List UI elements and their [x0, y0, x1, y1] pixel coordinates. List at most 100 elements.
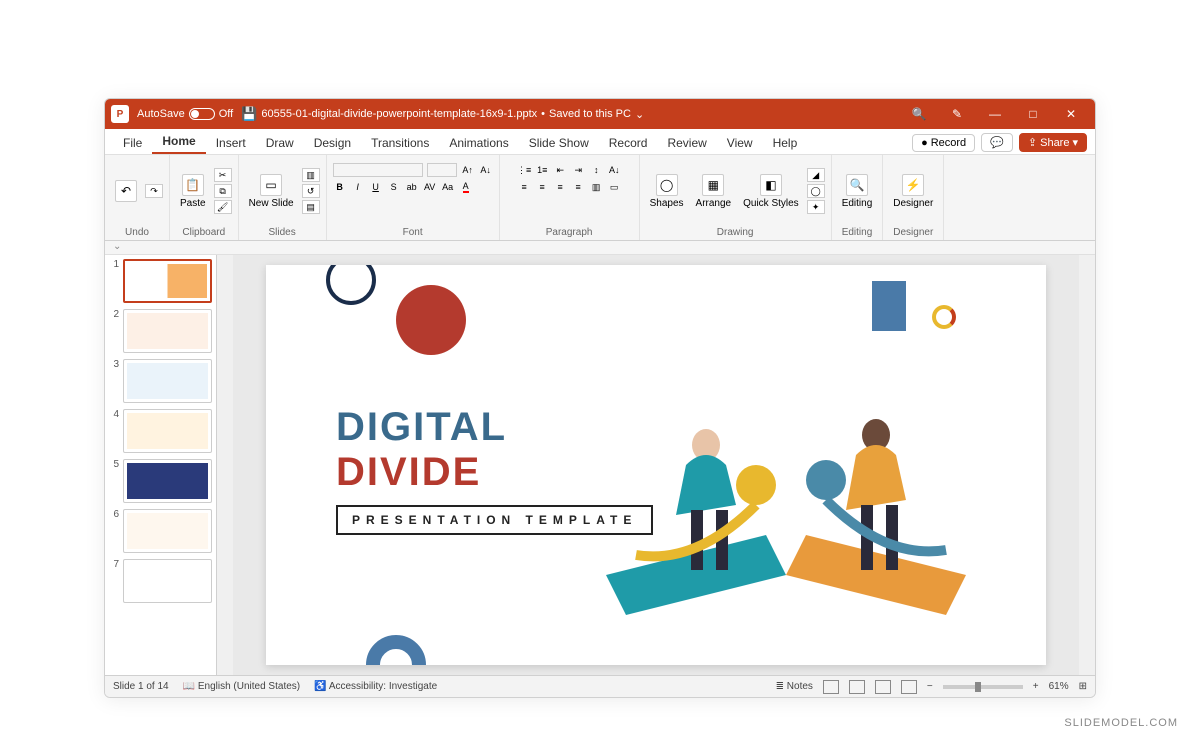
shapes-button[interactable]: ◯Shapes — [646, 172, 688, 211]
align-left-button[interactable]: ≡ — [517, 180, 531, 194]
slide-thumbnail-2[interactable] — [123, 309, 212, 353]
indent-dec-button[interactable]: ⇤ — [553, 163, 567, 177]
group-paragraph: ⋮≡ 1≡ ⇤ ⇥ ↕ A↓ ≡ ≡ ≡ ≡ ▥ ▭ Paragraph — [500, 155, 640, 240]
canvas-scrollbar[interactable] — [1079, 255, 1095, 675]
record-button[interactable]: ● Record — [912, 134, 975, 152]
tab-draw[interactable]: Draw — [256, 132, 304, 154]
zoom-level[interactable]: 61% — [1049, 681, 1069, 692]
tab-slideshow[interactable]: Slide Show — [519, 132, 599, 154]
tab-insert[interactable]: Insert — [206, 132, 256, 154]
format-painter-button[interactable]: 🖌 — [214, 200, 232, 214]
tab-design[interactable]: Design — [304, 132, 361, 154]
decrease-font-button[interactable]: A↓ — [479, 163, 493, 177]
tab-help[interactable]: Help — [763, 132, 808, 154]
text-direction-button[interactable]: A↓ — [607, 163, 621, 177]
slide-thumbnail-4[interactable] — [123, 409, 212, 453]
search-icon[interactable]: 🔍 — [901, 100, 937, 128]
comments-button[interactable]: 💬 — [981, 133, 1013, 152]
copy-button[interactable]: ⧉ — [214, 184, 232, 198]
current-slide[interactable]: DIGITAL DIVIDE PRESENTATION TEMPLATE — [266, 265, 1046, 665]
thumbnail-scrollbar[interactable] — [217, 255, 233, 675]
toggle-switch[interactable] — [189, 108, 215, 120]
font-color-button[interactable]: A — [459, 180, 473, 194]
cut-button[interactable]: ✂ — [214, 168, 232, 182]
italic-button[interactable]: I — [351, 180, 365, 194]
accessibility-status[interactable]: ♿ Accessibility: Investigate — [314, 681, 437, 692]
notes-button[interactable]: ≣ Notes — [776, 681, 813, 692]
group-label-clipboard: Clipboard — [176, 225, 232, 240]
case-button[interactable]: Aa — [441, 180, 455, 194]
slide-count[interactable]: Slide 1 of 14 — [113, 681, 169, 692]
slide-canvas[interactable]: DIGITAL DIVIDE PRESENTATION TEMPLATE — [233, 255, 1079, 675]
new-slide-button[interactable]: ▭New Slide — [245, 172, 298, 211]
decorative-rect — [872, 281, 906, 331]
slide-thumbnail-6[interactable] — [123, 509, 212, 553]
underline-button[interactable]: U — [369, 180, 383, 194]
reading-view-button[interactable] — [875, 680, 891, 694]
editing-button[interactable]: 🔍Editing — [838, 172, 877, 211]
share-button[interactable]: ⇪ Share ▾ — [1019, 133, 1087, 152]
bold-button[interactable]: B — [333, 180, 347, 194]
fit-window-button[interactable]: ⊞ — [1079, 681, 1087, 692]
shape-outline-button[interactable]: ◯ — [807, 184, 825, 198]
indent-inc-button[interactable]: ⇥ — [571, 163, 585, 177]
slideshow-view-button[interactable] — [901, 680, 917, 694]
slide-thumbnails-panel: 1 2 3 4 5 6 7 — [105, 255, 217, 675]
group-clipboard: 📋Paste ✂ ⧉ 🖌 Clipboard — [170, 155, 239, 240]
bullets-button[interactable]: ⋮≡ — [517, 163, 531, 177]
pen-icon[interactable]: ✎ — [939, 100, 975, 128]
document-filename[interactable]: 60555-01-digital-divide-powerpoint-templ… — [261, 108, 537, 120]
line-spacing-button[interactable]: ↕ — [589, 163, 603, 177]
tab-review[interactable]: Review — [657, 132, 716, 154]
tab-record[interactable]: Record — [599, 132, 658, 154]
slide-thumbnail-7[interactable] — [123, 559, 212, 603]
zoom-out-button[interactable]: − — [927, 681, 933, 692]
shape-effects-button[interactable]: ✦ — [807, 200, 825, 214]
numbering-button[interactable]: 1≡ — [535, 163, 549, 177]
quick-styles-button[interactable]: ◧Quick Styles — [739, 172, 803, 211]
font-selector[interactable] — [333, 163, 423, 177]
chevron-down-icon[interactable]: ⌄ — [635, 108, 644, 121]
tab-home[interactable]: Home — [152, 130, 205, 154]
close-button[interactable]: ✕ — [1053, 100, 1089, 128]
language-status[interactable]: 📖 English (United States) — [183, 681, 301, 692]
columns-button[interactable]: ▥ — [589, 180, 603, 194]
slide-thumbnail-3[interactable] — [123, 359, 212, 403]
powerpoint-window: P AutoSave Off 💾 60555-01-digital-divide… — [104, 98, 1096, 698]
shape-fill-button[interactable]: ◢ — [807, 168, 825, 182]
group-font: A↑ A↓ B I U S ab AV Aa A Font — [327, 155, 500, 240]
paste-button[interactable]: 📋Paste — [176, 172, 210, 211]
normal-view-button[interactable] — [823, 680, 839, 694]
font-size-selector[interactable] — [427, 163, 457, 177]
tab-transitions[interactable]: Transitions — [361, 132, 439, 154]
increase-font-button[interactable]: A↑ — [461, 163, 475, 177]
redo-button[interactable]: ↷ — [145, 184, 163, 198]
save-icon[interactable]: 💾 — [241, 106, 257, 122]
spacing-button[interactable]: AV — [423, 180, 437, 194]
sorter-view-button[interactable] — [849, 680, 865, 694]
layout-button[interactable]: ▥ — [302, 168, 320, 182]
collapse-ribbon-row[interactable]: ⌄ — [105, 241, 1095, 255]
justify-button[interactable]: ≡ — [571, 180, 585, 194]
designer-button[interactable]: ⚡Designer — [889, 172, 937, 211]
smartart-button[interactable]: ▭ — [607, 180, 621, 194]
minimize-button[interactable]: — — [977, 100, 1013, 128]
section-button[interactable]: ▤ — [302, 200, 320, 214]
reset-button[interactable]: ↺ — [302, 184, 320, 198]
align-right-button[interactable]: ≡ — [553, 180, 567, 194]
group-label-paragraph: Paragraph — [506, 225, 633, 240]
zoom-in-button[interactable]: + — [1033, 681, 1039, 692]
arrange-button[interactable]: ▦Arrange — [692, 172, 736, 211]
tab-animations[interactable]: Animations — [439, 132, 518, 154]
autosave-toggle[interactable]: AutoSave Off — [137, 108, 233, 120]
zoom-slider[interactable] — [943, 685, 1023, 689]
shadow-button[interactable]: ab — [405, 180, 419, 194]
strike-button[interactable]: S — [387, 180, 401, 194]
maximize-button[interactable]: □ — [1015, 100, 1051, 128]
align-center-button[interactable]: ≡ — [535, 180, 549, 194]
slide-thumbnail-1[interactable] — [123, 259, 212, 303]
slide-thumbnail-5[interactable] — [123, 459, 212, 503]
tab-view[interactable]: View — [717, 132, 763, 154]
tab-file[interactable]: File — [113, 132, 152, 154]
undo-button[interactable]: ↶ — [111, 178, 141, 204]
